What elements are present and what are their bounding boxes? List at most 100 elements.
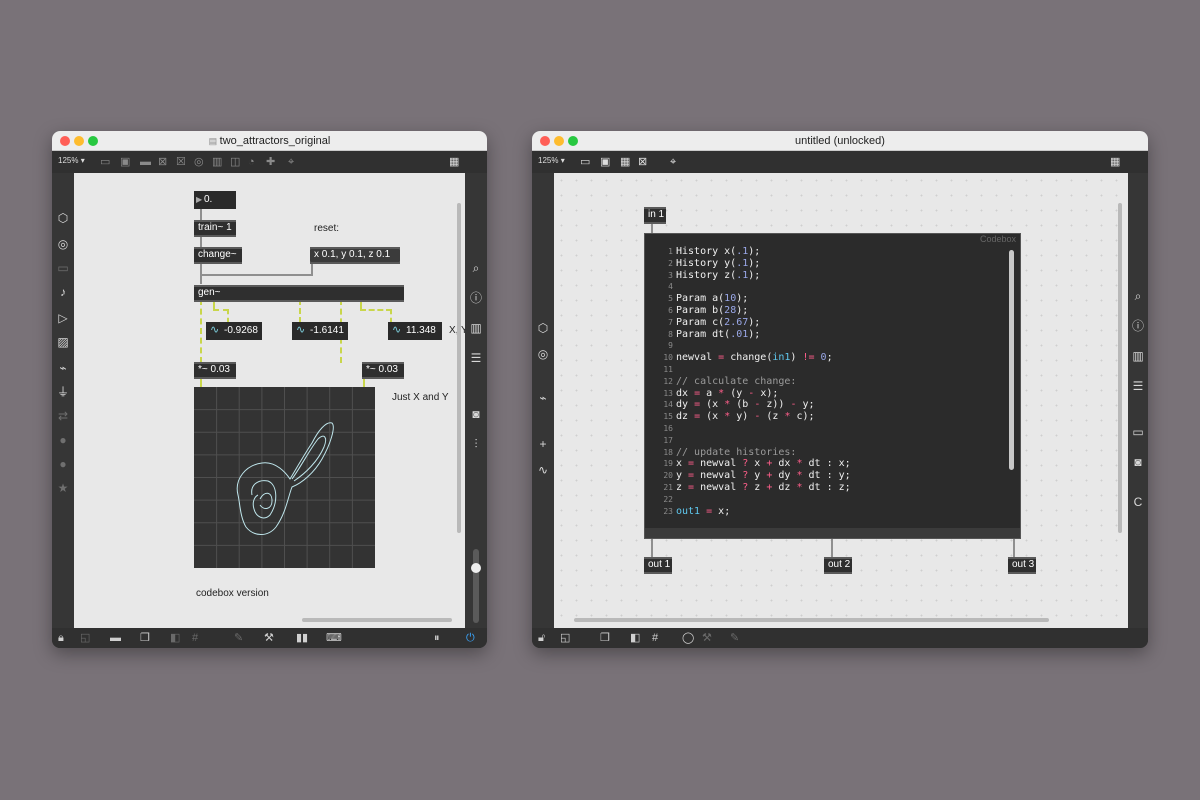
codebox[interactable]: Codebox 1 History x(.1); 2 History y(.1); 3 H… <box>644 233 1021 539</box>
multiply-object-2[interactable]: *~ 0.03 <box>362 362 404 379</box>
minimize-button[interactable] <box>554 136 564 146</box>
target-icon[interactable]: ◎ <box>54 237 72 251</box>
multiply-object-1[interactable]: *~ 0.03 <box>194 362 236 379</box>
gen-object[interactable]: gen~ <box>194 285 404 302</box>
outlet-out3[interactable]: out 3 <box>1008 557 1036 574</box>
star-icon[interactable]: ★ <box>54 481 72 495</box>
keyboard-icon[interactable]: ▦ <box>1110 155 1120 169</box>
minimize-button[interactable] <box>74 136 84 146</box>
lock-icon[interactable]: 🔒︎ <box>58 631 64 645</box>
toggle-icon[interactable]: ▦ <box>620 155 630 169</box>
zoom-menu[interactable]: 125% ▾ <box>538 156 565 165</box>
media-icon[interactable]: ▷ <box>54 311 72 325</box>
vertical-scrollbar[interactable] <box>457 203 461 533</box>
right-patch-canvas[interactable]: in 1 Codebox 1 History x(.1); 2 History y(.… <box>554 173 1128 628</box>
reference-book-icon[interactable]: ▥ <box>1129 349 1147 363</box>
change-object[interactable]: change~ <box>194 247 242 264</box>
inlet-in1[interactable]: in 1 <box>644 207 666 224</box>
code-scrollbar[interactable] <box>1009 250 1014 470</box>
info-icon[interactable]: ⓘ <box>467 291 485 305</box>
plug-icon[interactable]: ⏚ <box>54 385 72 399</box>
float-number-box[interactable]: ▶ 0. <box>194 191 236 209</box>
list-icon[interactable]: ☰ <box>1129 379 1147 393</box>
search-icon[interactable]: ⌕ <box>1129 289 1147 303</box>
image-icon[interactable]: ▨ <box>54 335 72 349</box>
button-icon[interactable]: ◎ <box>194 155 204 169</box>
piano-icon[interactable]: ▮▮ <box>296 631 308 645</box>
slider-icon[interactable]: ▥ <box>212 155 222 169</box>
record-icon[interactable]: ◯ <box>682 631 694 645</box>
reference-book-icon[interactable]: ▥ <box>467 321 485 335</box>
wrench-icon[interactable]: ⚒ <box>264 631 274 645</box>
box-icon[interactable]: ▭ <box>54 261 72 275</box>
close-button[interactable] <box>540 136 550 146</box>
wrench-icon[interactable]: ⚒ <box>702 631 712 645</box>
presentation-icon[interactable]: ▭ <box>580 155 590 169</box>
signal-box-icon[interactable]: ∿ <box>534 463 552 477</box>
number-box-icon[interactable]: ⊠ <box>638 155 647 169</box>
add-icon[interactable]: + <box>534 437 552 451</box>
snapshot-icon[interactable]: ◙ <box>467 407 485 421</box>
package-icon[interactable]: ⬡ <box>54 211 72 225</box>
windows-icon[interactable]: ❐ <box>140 631 150 645</box>
horizontal-scrollbar[interactable] <box>574 618 1049 622</box>
unlock-icon[interactable]: 🔓︎ <box>538 631 545 645</box>
clock-icon[interactable]: ● <box>54 457 72 471</box>
windows-icon[interactable]: ❐ <box>600 631 610 645</box>
comment-icon[interactable]: ▬ <box>140 155 151 169</box>
train-object[interactable]: train~ 1 <box>194 220 236 237</box>
target-icon[interactable]: ◎ <box>534 347 552 361</box>
presentation-icon[interactable]: ▭ <box>100 155 110 169</box>
code-editor[interactable]: 1 History x(.1); 2 History y(.1); 3 History z… <box>645 246 1007 526</box>
v-badge-icon[interactable]: ● <box>54 433 72 447</box>
debug-icon[interactable]: ✎ <box>234 631 243 645</box>
outlet-out1[interactable]: out 1 <box>644 557 672 574</box>
debug-icon[interactable]: ✎ <box>730 631 739 645</box>
vertical-scrollbar[interactable] <box>1118 203 1122 533</box>
keyboard-icon[interactable]: ▦ <box>449 155 459 169</box>
toggle-icon[interactable]: ☒ <box>176 155 186 169</box>
number-box-icon[interactable]: ⊠ <box>158 155 167 169</box>
presentation-mode-icon[interactable]: ◱ <box>80 631 90 645</box>
close-button[interactable] <box>60 136 70 146</box>
number-z[interactable]: ∿ 11.348 <box>388 322 442 340</box>
mixer-icon[interactable]: ⫶ <box>467 437 485 451</box>
paperclip-icon[interactable]: ⌁ <box>534 391 552 405</box>
grid-icon[interactable]: # <box>192 631 198 645</box>
scope-display[interactable] <box>194 387 375 568</box>
mute-icon[interactable]: ◧ <box>170 631 180 645</box>
zoom-button[interactable] <box>568 136 578 146</box>
horizontal-scrollbar[interactable] <box>302 618 452 622</box>
zoom-button[interactable] <box>88 136 98 146</box>
left-patch-canvas[interactable]: ▶ 0. train~ 1 change~ x 0.1, y 0.1, z 0.… <box>74 173 478 628</box>
outlet-out2[interactable]: out 2 <box>824 557 852 574</box>
dial-icon[interactable]: ◔ <box>248 155 255 169</box>
paint-icon[interactable]: ⌖ <box>670 155 676 169</box>
info-icon[interactable]: ⓘ <box>1129 319 1147 333</box>
number-y[interactable]: ∿ -1.6141 <box>292 322 348 340</box>
reset-message-box[interactable]: x 0.1, y 0.1, z 0.1 <box>310 247 400 264</box>
music-note-icon[interactable]: ♪ <box>54 285 72 299</box>
grid-icon[interactable]: # <box>652 631 658 645</box>
list-icon[interactable]: ☰ <box>467 351 485 365</box>
help-book-icon[interactable]: ▭ <box>1129 425 1147 439</box>
cue-icon[interactable]: C <box>1129 495 1147 509</box>
keyboard-icon[interactable]: ⌨ <box>326 631 342 645</box>
search-icon[interactable]: ⌕ <box>467 261 485 275</box>
paperclip-icon[interactable]: ⌁ <box>54 361 72 375</box>
package-icon[interactable]: ⬡ <box>534 321 552 335</box>
add-icon[interactable]: ✚ <box>266 155 275 169</box>
new-view-icon[interactable]: ▬ <box>110 631 121 645</box>
volume-knob[interactable] <box>471 563 481 573</box>
meter-icon[interactable]: ◫ <box>230 155 240 169</box>
paint-icon[interactable]: ⌖ <box>288 155 294 169</box>
power-icon[interactable]: ⏻ <box>466 631 475 645</box>
zoom-menu[interactable]: 125% ▾ <box>58 156 85 165</box>
mute-icon[interactable]: ◧ <box>630 631 640 645</box>
grid-object-icon[interactable]: ▣ <box>120 155 130 169</box>
loop-icon[interactable]: ⇄ <box>54 409 72 423</box>
presentation-mode-icon[interactable]: ◱ <box>560 631 570 645</box>
grid-object-icon[interactable]: ▣ <box>600 155 610 169</box>
number-x[interactable]: ∿ -0.9268 <box>206 322 262 340</box>
snapshot-icon[interactable]: ◙ <box>1129 455 1147 469</box>
